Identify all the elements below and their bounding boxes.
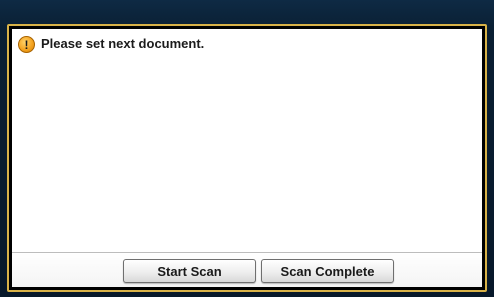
button-bar: Start Scan Scan Complete <box>12 252 482 287</box>
dialog-frame: ! Please set next document. Start Scan S… <box>7 24 487 292</box>
device-screen: ! Please set next document. Start Scan S… <box>0 0 494 297</box>
message-row: ! Please set next document. <box>18 35 204 53</box>
dialog-panel: ! Please set next document. Start Scan S… <box>12 29 482 287</box>
scan-complete-button[interactable]: Scan Complete <box>261 259 394 283</box>
start-scan-button[interactable]: Start Scan <box>123 259 256 283</box>
dialog-message: Please set next document. <box>41 36 205 51</box>
warning-icon: ! <box>18 36 35 53</box>
